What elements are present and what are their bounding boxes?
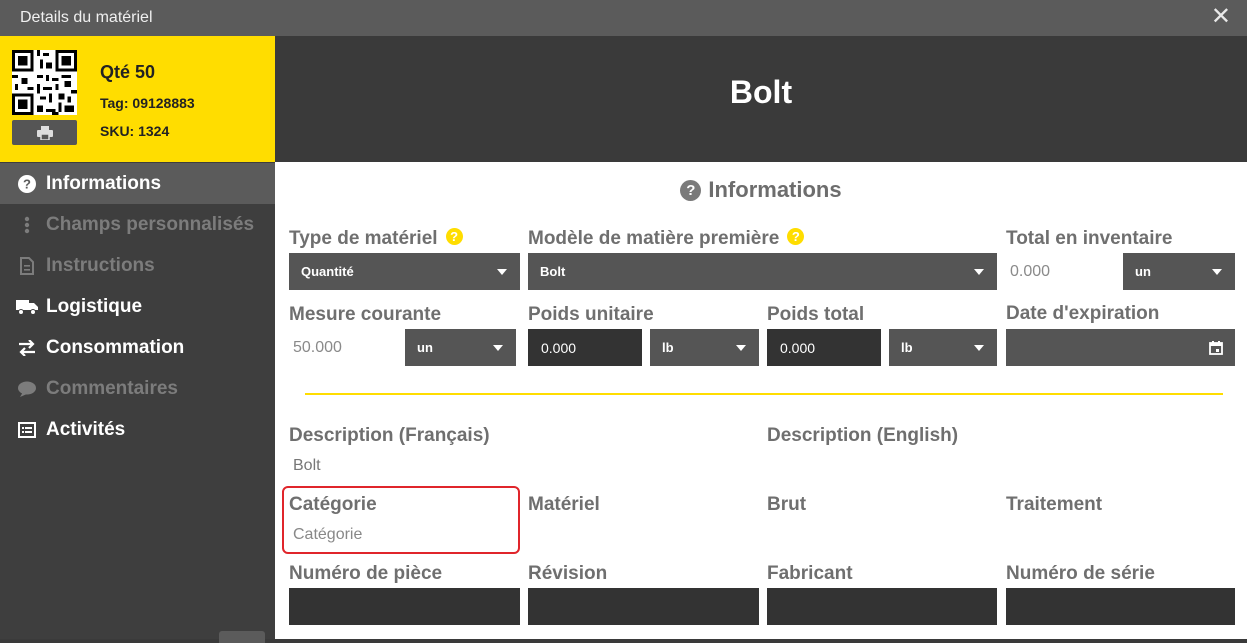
materiel-label: Matériel <box>528 494 600 515</box>
mesure-courante-value: 50.000 <box>293 338 342 356</box>
caret-down-icon <box>974 345 984 351</box>
numero-piece-label: Numéro de pièce <box>289 563 443 584</box>
help-icon[interactable]: ? <box>445 228 463 245</box>
document-icon <box>16 256 38 275</box>
revision-label: Révision <box>528 563 608 584</box>
categorie-field[interactable]: Catégorie <box>293 526 362 544</box>
total-unit-select[interactable]: un <box>1123 253 1235 290</box>
sidebar-item-label: Consommation <box>46 336 185 358</box>
sidebar-scroll-handle[interactable] <box>219 631 265 643</box>
traitement-label: Traitement <box>1006 494 1103 515</box>
type-materiel-label: Type de matériel? <box>289 228 463 250</box>
brut-label: Brut <box>767 494 807 515</box>
type-materiel-select[interactable]: Quantité <box>289 253 520 290</box>
mesure-unit-value: un <box>417 340 433 355</box>
fabricant-label: Fabricant <box>767 563 853 584</box>
close-icon[interactable]: ✕ <box>1211 5 1231 29</box>
sidebar-item-instructions[interactable]: Instructions <box>0 245 275 286</box>
sidebar-item-commentaires[interactable]: Commentaires <box>0 368 275 409</box>
print-button[interactable] <box>12 120 77 145</box>
sidebar-item-logistique[interactable]: Logistique <box>0 286 275 327</box>
modele-value: Bolt <box>540 264 566 279</box>
poids-unitaire-input[interactable]: 0.000 <box>528 329 642 366</box>
window-title: Details du matériel <box>20 9 153 26</box>
informations-panel: ? Informations Type de matériel? Quantit… <box>275 162 1247 639</box>
poids-total-label: Poids total <box>767 304 865 325</box>
sidebar-nav: ? Informations Champs personnalisés Inst… <box>0 163 275 450</box>
help-icon[interactable]: ? <box>787 228 805 245</box>
total-inventaire-value: 0.000 <box>1010 262 1051 280</box>
modele-label-text: Modèle de matière première <box>528 228 780 249</box>
sidebar-item-label: Activités <box>46 418 126 440</box>
qr-code-icon <box>12 50 77 115</box>
poids-unitaire-unit-select[interactable]: lb <box>650 329 759 366</box>
mesure-courante-label: Mesure courante <box>289 304 442 325</box>
modele-select[interactable]: Bolt <box>528 253 997 290</box>
sidebar-item-activites[interactable]: Activités <box>0 409 275 450</box>
sidebar-item-informations[interactable]: ? Informations <box>0 163 275 204</box>
section-title: ? Informations <box>275 177 1247 203</box>
caret-down-icon <box>736 345 746 351</box>
poids-total-unit-select[interactable]: lb <box>889 329 997 366</box>
sidebar-item-label: Informations <box>46 172 162 194</box>
total-inventaire-label: Total en inventaire <box>1006 228 1173 249</box>
comment-icon <box>16 381 38 397</box>
caret-down-icon <box>974 269 984 275</box>
sidebar: Qté 50 Tag: 09128883 SKU: 1324 ? Informa… <box>0 36 275 643</box>
caret-down-icon <box>497 269 507 275</box>
categorie-label: Catégorie <box>289 494 377 515</box>
question-circle-icon: ? <box>16 174 38 193</box>
poids-total-input[interactable]: 0.000 <box>767 329 881 366</box>
revision-input[interactable] <box>528 588 759 625</box>
description-en-label: Description (English) <box>767 425 959 446</box>
type-materiel-label-text: Type de matériel <box>289 228 438 249</box>
poids-unitaire-label: Poids unitaire <box>528 304 654 325</box>
sidebar-item-label: Champs personnalisés <box>46 213 255 235</box>
date-expiration-input[interactable] <box>1006 329 1235 366</box>
question-circle-icon: ? <box>680 179 702 201</box>
tag-label: Tag: 09128883 <box>100 95 195 111</box>
quantity-label: Qté 50 <box>100 62 156 82</box>
list-icon <box>16 421 38 438</box>
mesure-unit-select[interactable]: un <box>405 329 516 366</box>
type-materiel-value: Quantité <box>301 264 354 279</box>
total-unit-value: un <box>1135 264 1151 279</box>
section-divider <box>305 393 1223 395</box>
vertical-dots-icon <box>16 216 38 234</box>
swap-arrows-icon <box>16 339 38 356</box>
caret-down-icon <box>493 345 503 351</box>
numero-serie-label: Numéro de série <box>1006 563 1155 584</box>
printer-icon <box>36 125 53 140</box>
numero-piece-input[interactable] <box>289 588 520 625</box>
modele-label: Modèle de matière première? <box>528 228 805 250</box>
sidebar-item-label: Instructions <box>46 254 155 276</box>
section-title-text: Informations <box>708 177 842 202</box>
description-fr-label: Description (Français) <box>289 425 490 446</box>
item-name: Bolt <box>729 74 793 110</box>
date-expiration-label: Date d'expiration <box>1006 303 1160 324</box>
fabricant-input[interactable] <box>767 588 997 625</box>
item-header: Bolt <box>275 36 1247 162</box>
description-fr-value: Bolt <box>293 457 321 474</box>
sidebar-item-label: Commentaires <box>46 377 178 399</box>
sidebar-item-champs-personnalises[interactable]: Champs personnalisés <box>0 204 275 245</box>
calendar-icon <box>1209 341 1223 355</box>
caret-down-icon <box>1212 269 1222 275</box>
poids-unitaire-unit-value: lb <box>662 340 674 355</box>
numero-serie-input[interactable] <box>1006 588 1235 625</box>
sku-label: SKU: 1324 <box>100 123 170 139</box>
sidebar-item-consommation[interactable]: Consommation <box>0 327 275 368</box>
svg-text:?: ? <box>23 176 31 191</box>
item-badge: Qté 50 Tag: 09128883 SKU: 1324 <box>0 36 275 162</box>
window-titlebar: Details du matériel ✕ <box>0 0 1247 36</box>
sidebar-item-label: Logistique <box>46 295 143 317</box>
poids-total-unit-value: lb <box>901 340 913 355</box>
truck-icon <box>16 299 38 315</box>
